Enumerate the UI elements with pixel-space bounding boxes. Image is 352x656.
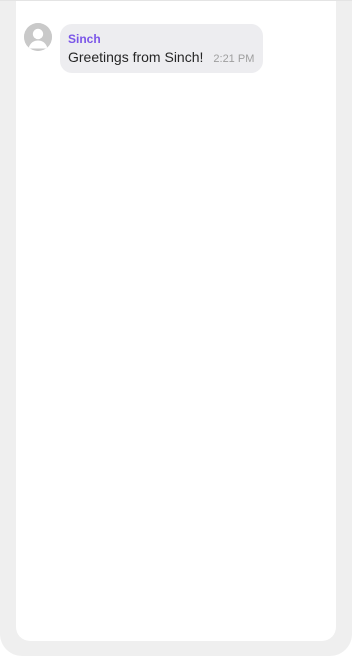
chat-widget-frame: Sinch Greetings from Sinch! 2:21 PM — [0, 1, 352, 656]
message-list[interactable]: Sinch Greetings from Sinch! 2:21 PM — [16, 1, 336, 641]
sender-name: Sinch — [68, 32, 101, 46]
message-bubble: Sinch Greetings from Sinch! 2:21 PM — [60, 24, 264, 73]
message-item: Sinch Greetings from Sinch! 2:21 PM — [24, 23, 264, 73]
message-timestamp: 2:21 PM — [213, 53, 255, 65]
message-text: Greetings from Sinch! — [68, 49, 204, 65]
user-avatar-icon — [24, 23, 52, 51]
